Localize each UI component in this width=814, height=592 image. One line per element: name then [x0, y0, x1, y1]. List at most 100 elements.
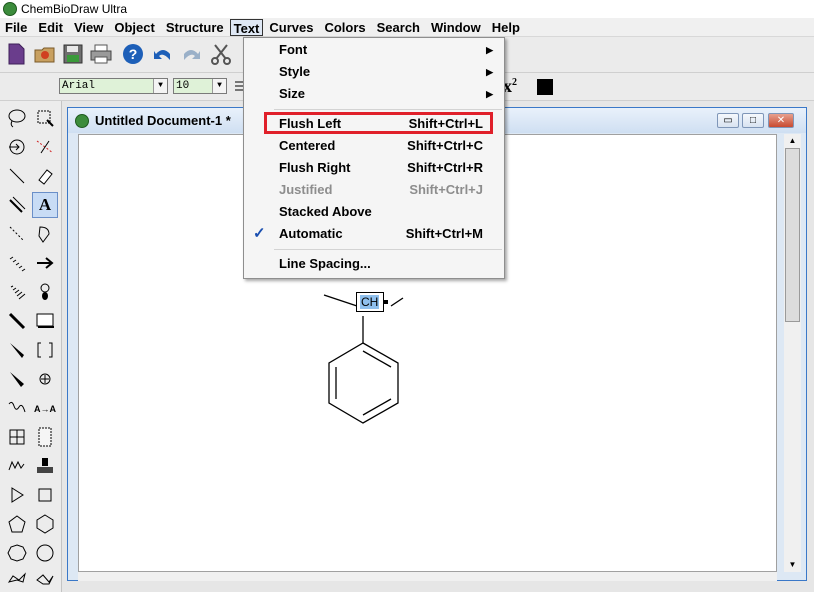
minimize-button[interactable]: ▭ [717, 113, 739, 128]
menu-item-label: Justified [279, 182, 333, 197]
menu-item-line-spacing[interactable]: Line Spacing... [245, 253, 503, 275]
menu-curves[interactable]: Curves [264, 19, 318, 36]
wedge-hollow-icon[interactable] [4, 366, 30, 392]
square-ring-icon[interactable] [32, 482, 58, 508]
menu-colors[interactable]: Colors [319, 19, 370, 36]
pen-tool-icon[interactable] [32, 221, 58, 247]
octagon-ring-icon[interactable] [32, 540, 58, 566]
bracket-icon[interactable] [32, 337, 58, 363]
menu-item-automatic[interactable]: ✓ Automatic Shift+Ctrl+M [245, 223, 503, 245]
menu-item-label: Automatic [279, 226, 343, 241]
open-icon[interactable] [34, 43, 56, 65]
menu-edit[interactable]: Edit [33, 19, 68, 36]
menu-item-shortcut: Shift+Ctrl+M [405, 226, 483, 241]
superscript-button[interactable]: x2 [503, 76, 517, 97]
menu-object[interactable]: Object [109, 19, 159, 36]
annotation-highlight-box [264, 112, 493, 134]
print-icon[interactable] [90, 43, 112, 65]
menu-item-flush-right[interactable]: Flush Right Shift+Ctrl+R [245, 157, 503, 179]
scroll-up-icon[interactable]: ▲ [784, 134, 801, 148]
atom-label[interactable]: CH [360, 295, 380, 309]
chemical-symbol-icon[interactable] [32, 366, 58, 392]
submenu-arrow-icon: ▶ [486, 45, 493, 55]
close-icon: ✕ [776, 115, 786, 126]
submenu-arrow-icon: ▶ [486, 89, 493, 99]
menu-item-stacked-above[interactable]: Stacked Above [245, 201, 503, 223]
menu-item-label: Centered [279, 138, 336, 153]
lasso-icon[interactable] [4, 105, 30, 131]
heptagon-ring-icon[interactable] [4, 540, 30, 566]
menu-item-centered[interactable]: Centered Shift+Ctrl+C [245, 135, 503, 157]
cut-icon[interactable] [210, 43, 232, 65]
text-color-swatch[interactable] [537, 79, 553, 95]
drawing-element-icon[interactable] [32, 308, 58, 334]
double-bond-icon[interactable] [4, 192, 30, 218]
orbital-icon[interactable] [32, 279, 58, 305]
font-select[interactable]: Arial ▼ [59, 78, 168, 94]
menu-item-shortcut: Shift+Ctrl+J [409, 182, 483, 197]
wavy-bond-icon[interactable] [4, 395, 30, 421]
chevron-down-icon[interactable]: ▼ [153, 79, 167, 93]
template-icon[interactable] [32, 453, 58, 479]
atom-label-box[interactable]: CH [356, 292, 384, 312]
new-document-icon[interactable] [5, 43, 27, 65]
chain-icon[interactable] [4, 453, 30, 479]
benzene-ring [328, 342, 399, 424]
svg-text:?: ? [129, 46, 138, 62]
menu-item-size[interactable]: Size ▶ [245, 83, 503, 105]
wedge-bond-icon[interactable] [4, 337, 30, 363]
hashed-bond-icon[interactable] [4, 250, 30, 276]
chemdraw-logo-icon [75, 113, 89, 128]
scrollbar-thumb[interactable] [785, 148, 800, 322]
horizontal-scrollbar[interactable] [78, 572, 777, 581]
cyclohexane-chair-icon[interactable] [4, 567, 30, 592]
marquee-icon[interactable] [32, 105, 58, 131]
pentagon-ring-icon[interactable] [4, 511, 30, 537]
maximize-icon: □ [749, 115, 757, 126]
undo-icon[interactable] [152, 43, 174, 65]
reaction-arrow-icon[interactable]: A→A [32, 395, 58, 421]
bold-bond-icon[interactable] [4, 308, 30, 334]
menu-separator [274, 109, 502, 110]
triangle-icon[interactable] [4, 482, 30, 508]
table-icon[interactable] [4, 424, 30, 450]
vertical-scrollbar[interactable]: ▲ ▼ [784, 134, 801, 572]
dashed-bond-icon[interactable] [4, 221, 30, 247]
svg-text:A→A: A→A [34, 404, 56, 414]
bond-line [390, 297, 404, 307]
menu-structure[interactable]: Structure [161, 19, 229, 36]
close-button[interactable]: ✕ [768, 113, 794, 128]
checkmark-icon: ✓ [253, 225, 266, 242]
menu-search[interactable]: Search [372, 19, 425, 36]
menu-help[interactable]: Help [487, 19, 525, 36]
align-lines-icon[interactable] [235, 79, 243, 95]
tlc-plate-icon[interactable] [32, 424, 58, 450]
menu-item-style[interactable]: Style ▶ [245, 61, 503, 83]
menu-item-label: Stacked Above [279, 204, 372, 219]
hexagon-ring-icon[interactable] [32, 511, 58, 537]
menu-item-font[interactable]: Font ▶ [245, 39, 503, 61]
bond-eraser-icon[interactable] [32, 134, 58, 160]
arrow-tool-icon[interactable] [32, 250, 58, 276]
text-tool-icon[interactable]: A [32, 192, 58, 218]
redo-icon[interactable] [180, 43, 202, 65]
single-bond-icon[interactable] [4, 163, 30, 189]
rotate-icon[interactable] [4, 134, 30, 160]
menu-item-label: Line Spacing... [279, 256, 371, 271]
size-select-value: 10 [176, 80, 190, 92]
chevron-down-icon[interactable]: ▼ [212, 79, 226, 93]
cyclopentane-icon[interactable] [32, 567, 58, 592]
help-icon[interactable]: ? [122, 43, 144, 65]
save-icon[interactable] [62, 43, 84, 65]
menu-window[interactable]: Window [426, 19, 486, 36]
eraser-icon[interactable] [32, 163, 58, 189]
hashed-wedge-icon[interactable] [4, 279, 30, 305]
menu-view[interactable]: View [69, 19, 108, 36]
menu-file[interactable]: File [0, 19, 32, 36]
app-title: ChemBioDraw Ultra [21, 2, 128, 16]
maximize-button[interactable]: □ [742, 113, 764, 128]
menu-text[interactable]: Text [229, 18, 264, 36]
scroll-down-icon[interactable]: ▼ [784, 558, 801, 572]
size-select[interactable]: 10 ▼ [173, 78, 227, 94]
menu-item-shortcut: Shift+Ctrl+C [407, 138, 483, 153]
